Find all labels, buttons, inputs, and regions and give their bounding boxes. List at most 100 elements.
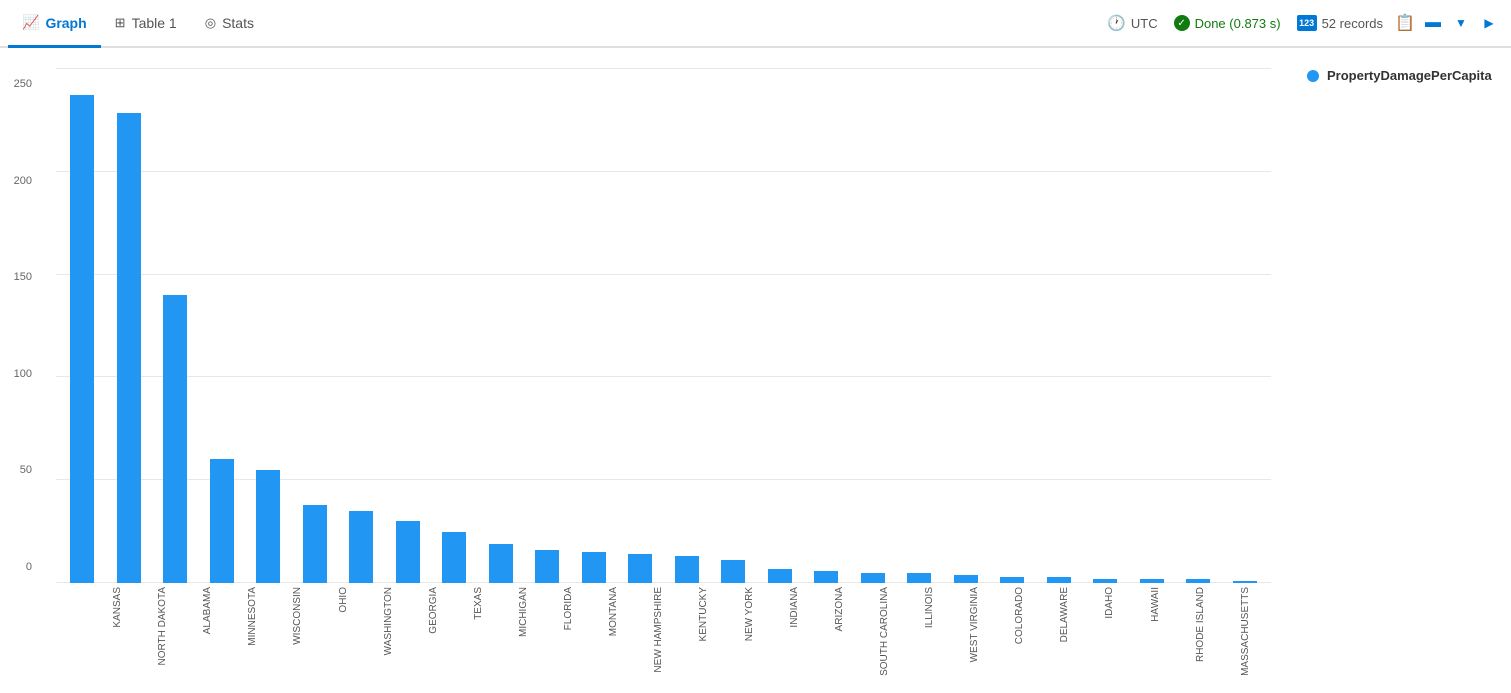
bar[interactable] [163,295,187,583]
bar[interactable] [582,552,606,583]
bar[interactable] [210,459,234,583]
tab-stats[interactable]: ◎ Stats [191,0,268,48]
chart-container: 250200150100500 KANSASNORTH DAKOTAALABAM… [0,48,1511,693]
bar[interactable] [954,575,978,583]
bar[interactable] [1093,579,1117,583]
tab-graph-label: Graph [45,15,86,31]
x-label: COLORADO [1014,587,1025,644]
x-label: WEST VIRGINIA [969,587,980,662]
bar[interactable] [1140,579,1164,583]
records-badge: 123 52 records [1297,15,1383,31]
tab-graph[interactable]: 📈 Graph [8,0,101,48]
x-label-group: FLORIDA [547,587,590,630]
bar[interactable] [1000,577,1024,583]
bar[interactable] [721,560,745,583]
y-label: 100 [14,368,32,380]
bar-group [897,68,942,583]
stats-icon: ◎ [205,15,216,31]
bar[interactable] [349,511,373,583]
bar[interactable] [70,95,94,583]
bar-group [386,68,431,583]
x-label: ILLINOIS [924,587,935,628]
bar[interactable] [1047,577,1071,583]
bar-group [665,68,710,583]
x-label-group: KANSAS [96,587,139,628]
x-label-group: OHIO [322,587,365,613]
utc-badge: 🕐 UTC [1107,14,1157,32]
bar-group [432,68,477,583]
bar[interactable] [303,505,327,583]
bar[interactable] [396,521,420,583]
bar-group [758,68,803,583]
bar[interactable] [489,544,513,583]
bar-group [1130,68,1175,583]
bar[interactable] [768,569,792,583]
check-icon: ✓ [1174,15,1190,31]
x-label-group: MICHIGAN [502,587,545,637]
chart-area: 250200150100500 KANSASNORTH DAKOTAALABAM… [0,58,1291,693]
y-label: 0 [26,561,32,573]
bar-group [60,68,105,583]
bar[interactable] [1233,581,1257,583]
copy-button[interactable]: 📋 [1391,9,1419,37]
done-label: Done (0.873 s) [1195,16,1281,31]
x-label-group: IDAHO [1088,587,1131,619]
x-label-group: NEW HAMPSHIRE [637,587,680,673]
bar-group [246,68,291,583]
x-label: FLORIDA [563,587,574,630]
x-label: ALABAMA [202,587,213,634]
x-label-group: NORTH DAKOTA [141,587,184,666]
bar-group [572,68,617,583]
x-label: MASSACHUSETTS [1240,587,1251,676]
x-label: RHODE ISLAND [1195,587,1206,662]
legend-item: PropertyDamagePerCapita [1307,68,1495,83]
x-label: NEW HAMPSHIRE [653,587,664,673]
bar[interactable] [907,573,931,583]
bar[interactable] [628,554,652,583]
x-label-group: HAWAII [1134,587,1177,622]
bar[interactable] [256,470,280,583]
x-label: NORTH DAKOTA [157,587,168,666]
bar[interactable] [117,113,141,583]
bar-group [944,68,989,583]
table-icon: ⊞ [115,15,126,31]
bar-group [479,68,524,583]
chevron-down-button[interactable]: ▼ [1447,9,1475,37]
bar-group [1176,68,1221,583]
x-label: IDAHO [1104,587,1115,619]
x-label-group: SOUTH CAROLINA [863,587,906,676]
tab-table[interactable]: ⊞ Table 1 [101,0,191,48]
bar[interactable] [535,550,559,583]
x-label-group: NEW YORK [728,587,771,641]
x-label-group: WISCONSIN [276,587,319,645]
records-label: 52 records [1322,16,1383,31]
x-label: MINNESOTA [247,587,258,646]
display-button[interactable]: ▬ [1419,9,1447,37]
bar-group [804,68,849,583]
x-label-group: ARIZONA [818,587,861,631]
y-label: 250 [14,78,32,90]
x-label: HAWAII [1150,587,1161,622]
records-icon: 123 [1297,15,1317,31]
bar-group [107,68,152,583]
bar[interactable] [861,573,885,583]
legend-dot [1307,70,1319,82]
bar[interactable] [442,532,466,584]
bar[interactable] [814,571,838,583]
x-label: ARIZONA [834,587,845,631]
x-label-group: KENTUCKY [682,587,725,641]
bar[interactable] [1186,579,1210,583]
x-label-group: ALABAMA [186,587,229,634]
x-label: WISCONSIN [292,587,303,645]
bar-group [711,68,756,583]
bar[interactable] [675,556,699,583]
bar-group [293,68,338,583]
graph-icon: 📈 [22,14,39,31]
y-label: 50 [20,464,32,476]
clock-icon: 🕐 [1107,14,1126,32]
x-label: NEW YORK [744,587,755,641]
bar-group [339,68,384,583]
utc-label: UTC [1131,16,1158,31]
chevron-right-button[interactable]: ▶ [1475,9,1503,37]
x-label: MONTANA [608,587,619,636]
